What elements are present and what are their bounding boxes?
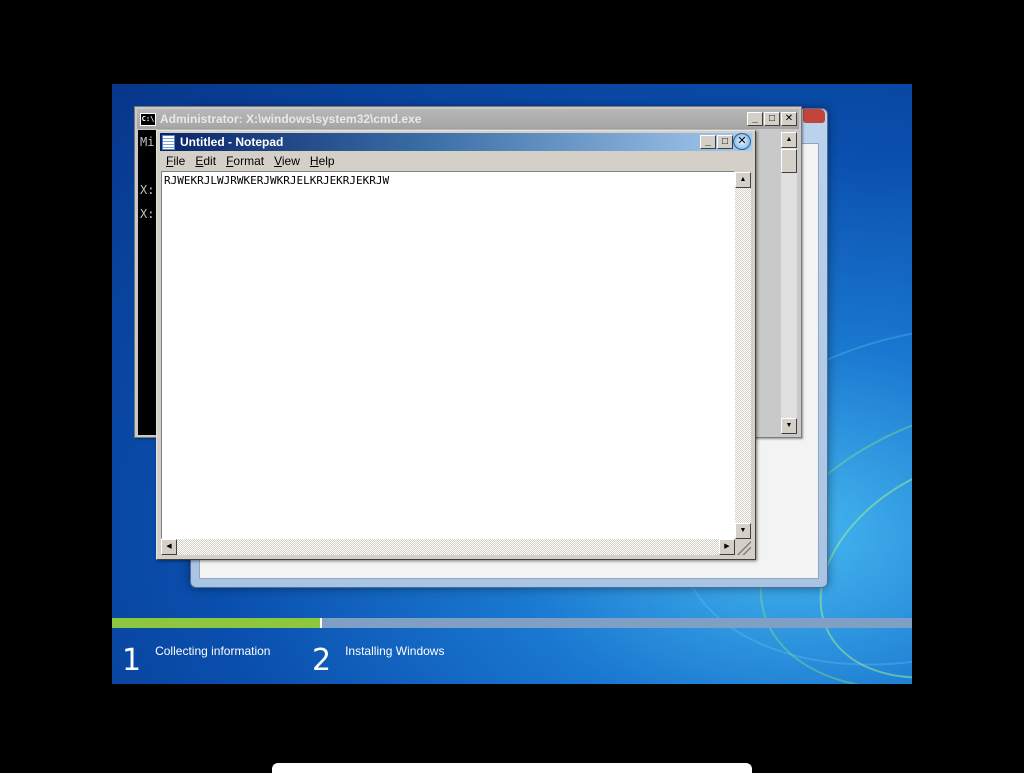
cmd-close-button[interactable]: ✕ [781, 112, 797, 126]
scroll-down-icon[interactable]: ▼ [735, 523, 751, 539]
scroll-up-icon[interactable]: ▲ [781, 132, 797, 148]
setup-close-button[interactable] [803, 109, 825, 123]
setup-step-installing: 2 Installing Windows [312, 634, 444, 676]
menu-help[interactable]: Help [305, 152, 340, 170]
scroll-thumb[interactable] [781, 149, 797, 173]
setup-progress-area: 1 Collecting information 2 Installing Wi… [112, 618, 912, 684]
menu-format[interactable]: Format [221, 152, 269, 170]
setup-step-collecting: 1 Collecting information [122, 634, 270, 676]
scroll-left-icon[interactable]: ◀ [161, 539, 177, 555]
notepad-maximize-button[interactable]: □ [717, 135, 733, 149]
cmd-maximize-button[interactable]: □ [764, 112, 780, 126]
notepad-titlebar[interactable]: Untitled - Notepad _ □ [160, 133, 752, 151]
cmd-minimize-button[interactable]: _ [747, 112, 763, 126]
notepad-title: Untitled - Notepad [180, 135, 284, 149]
notepad-vertical-scrollbar[interactable]: ▲ ▼ [735, 172, 751, 539]
notepad-horizontal-scrollbar[interactable]: ◀ ▶ [161, 539, 735, 555]
cmd-titlebar[interactable]: C:\ Administrator: X:\windows\system32\c… [137, 109, 799, 129]
step-label: Collecting information [155, 644, 271, 658]
menu-view[interactable]: View [269, 152, 305, 170]
scroll-up-icon[interactable]: ▲ [735, 172, 751, 188]
cmd-vertical-scrollbar[interactable]: ▲ ▼ [781, 132, 797, 434]
cmd-title: Administrator: X:\windows\system32\cmd.e… [160, 112, 422, 126]
setup-progress-track [112, 618, 912, 628]
bottom-edge-element [272, 763, 752, 773]
scroll-down-icon[interactable]: ▼ [781, 418, 797, 434]
notepad-icon [162, 134, 175, 150]
notepad-menubar: File Edit Format View Help [161, 152, 340, 170]
step-label: Installing Windows [345, 644, 445, 658]
notepad-minimize-button[interactable]: _ [700, 135, 716, 149]
notepad-text-area[interactable]: RJWEKRJLWJRWKERJWKRJELKRJEKRJEKRJW [161, 171, 735, 539]
menu-edit[interactable]: Edit [190, 152, 221, 170]
step-number: 2 [312, 643, 332, 678]
resize-grip-icon[interactable] [735, 539, 751, 555]
setup-progress-fill [112, 618, 322, 628]
step-number: 1 [122, 643, 142, 678]
scroll-right-icon[interactable]: ▶ [719, 539, 735, 555]
notepad-content: RJWEKRJLWJRWKERJWKRJELKRJEKRJEKRJW [164, 174, 390, 187]
console-icon: C:\ [140, 112, 156, 126]
notepad-window[interactable]: Untitled - Notepad _ □ ✕ File Edit Forma… [156, 130, 756, 560]
notepad-close-button[interactable]: ✕ [733, 133, 751, 150]
menu-file[interactable]: File [161, 152, 190, 170]
